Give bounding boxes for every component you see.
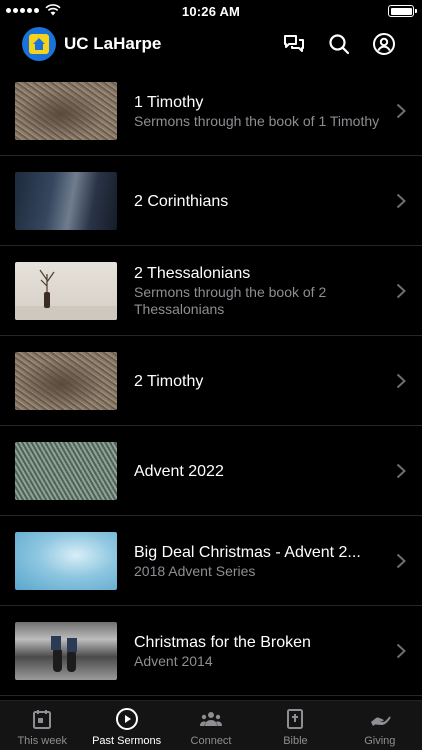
sermon-thumbnail — [15, 262, 117, 320]
tab-connect[interactable]: Connect — [169, 701, 253, 750]
tab-giving[interactable]: Giving — [338, 701, 422, 750]
sermon-text: 1 Timothy Sermons through the book of 1 … — [134, 93, 382, 130]
sermon-thumbnail — [15, 172, 117, 230]
app-header: UC LaHarpe — [0, 22, 422, 66]
sermon-row[interactable]: 1 Timothy Sermons through the book of 1 … — [0, 66, 422, 156]
sermon-title: Big Deal Christmas - Advent 2... — [134, 543, 361, 561]
sermon-subtitle: Sermons through the book of 1 Timothy — [134, 112, 380, 129]
sermon-list: 1 Timothy Sermons through the book of 1 … — [0, 66, 422, 700]
tab-this-week[interactable]: This week — [0, 701, 84, 750]
chevron-right-icon — [396, 283, 406, 299]
sermon-thumbnail — [15, 622, 117, 680]
sermon-title: 2 Corinthians — [134, 192, 229, 210]
sermon-title: Advent 2022 — [134, 462, 224, 480]
giving-hand-icon — [370, 716, 391, 726]
sermon-title: 1 Timothy — [134, 93, 204, 111]
sermon-subtitle: 2018 Advent Series — [134, 562, 256, 579]
sermon-text: 2 Corinthians — [134, 192, 382, 211]
app-title: UC LaHarpe — [64, 34, 162, 53]
chevron-right-icon — [396, 103, 406, 119]
sermon-title: 2 Timothy — [134, 372, 204, 390]
sermon-row[interactable]: Christmas for the Broken Advent 2014 — [0, 606, 422, 696]
tab-label: Bible — [283, 735, 308, 747]
sermon-row[interactable]: 2 Thessalonians Sermons through the book… — [0, 246, 422, 336]
status-time: 10:26 AM — [181, 3, 241, 19]
sermon-title: 2 Thessalonians — [134, 265, 251, 282]
sermon-row[interactable]: 2 Corinthians — [0, 156, 422, 246]
tab-past-sermons[interactable]: Past Sermons — [84, 701, 168, 750]
chevron-right-icon — [396, 643, 406, 659]
sermon-text: 2 Thessalonians Sermons through the book… — [134, 264, 382, 318]
sermon-row[interactable]: Big Deal Christmas - Advent 2... 2018 Ad… — [0, 516, 422, 606]
sermon-row[interactable]: Advent 2022 — [0, 426, 422, 516]
people-icon — [200, 712, 223, 726]
vase-plant-graphic — [15, 269, 117, 320]
tab-label: Giving — [364, 735, 396, 747]
church-logo — [22, 27, 56, 61]
sermon-thumbnail — [15, 532, 117, 590]
tab-bar: This week Past Sermons Connect Bible Giv… — [0, 700, 422, 750]
calendar-icon — [33, 710, 52, 729]
chat-icon[interactable] — [281, 31, 307, 57]
tab-label: Past Sermons — [92, 735, 162, 747]
sermon-text: Advent 2022 — [134, 462, 382, 481]
sermon-subtitle: Sermons through the book of 2 Thessaloni… — [134, 284, 327, 317]
sermon-row[interactable]: 2 Timothy — [0, 336, 422, 426]
chevron-right-icon — [396, 553, 406, 569]
tab-label: Connect — [190, 735, 232, 747]
search-icon[interactable] — [326, 31, 352, 57]
logo-house-icon — [29, 34, 49, 54]
sermon-title: Christmas for the Broken — [134, 633, 311, 651]
tab-bible[interactable]: Bible — [253, 701, 337, 750]
chevron-right-icon — [396, 193, 406, 209]
chevron-right-icon — [396, 463, 406, 479]
play-circle-icon — [115, 708, 138, 730]
tab-label: This week — [17, 735, 67, 747]
sermon-thumbnail — [15, 352, 117, 410]
sermon-text: Big Deal Christmas - Advent 2... 2018 Ad… — [134, 543, 382, 580]
sermon-subtitle: Advent 2014 — [134, 652, 213, 669]
bible-icon — [287, 709, 304, 729]
status-indicators — [6, 4, 61, 16]
account-icon[interactable] — [371, 31, 397, 57]
sermon-text: Christmas for the Broken Advent 2014 — [134, 633, 382, 670]
sermon-thumbnail — [15, 82, 117, 140]
wifi-icon — [45, 4, 61, 16]
feet-graphic — [51, 636, 77, 672]
chevron-right-icon — [396, 373, 406, 389]
sermon-text: 2 Timothy — [134, 372, 382, 391]
signal-icon — [6, 7, 39, 13]
battery-icon — [388, 5, 417, 17]
status-bar: 10:26 AM — [0, 0, 422, 22]
sermon-thumbnail — [15, 442, 117, 500]
